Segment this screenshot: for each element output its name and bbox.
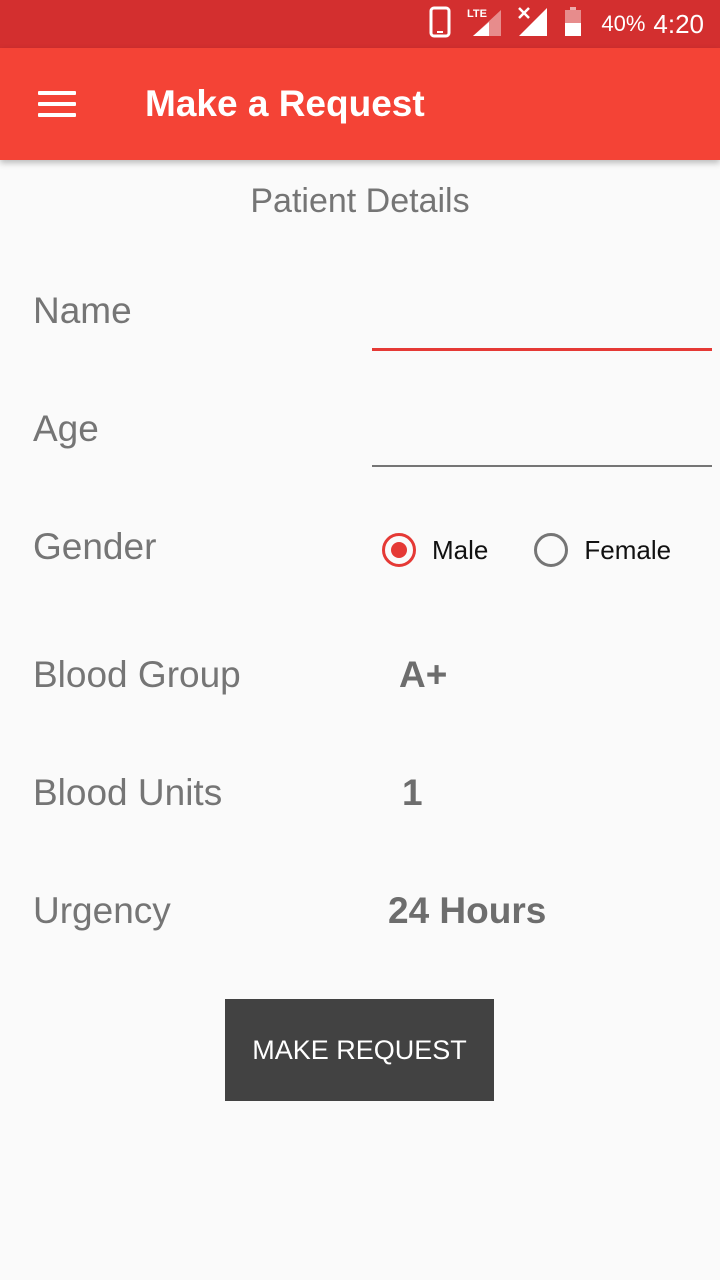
radio-unchecked-icon <box>534 533 569 567</box>
blood-units-value[interactable]: 1 <box>402 772 423 814</box>
app-bar: Make a Request <box>0 48 720 160</box>
make-request-button[interactable]: MAKE REQUEST <box>225 999 494 1101</box>
blood-group-label: Blood Group <box>33 654 241 695</box>
blood-units-label: Blood Units <box>33 772 223 813</box>
name-input[interactable] <box>372 302 716 348</box>
phone-icon <box>429 6 451 43</box>
gender-female-label: Female <box>584 534 672 565</box>
status-bar: LTE 40% 4:20 <box>0 0 720 48</box>
radio-checked-icon <box>382 533 416 567</box>
battery-percent: 40% <box>601 11 646 36</box>
gender-radio-group: Male Female <box>382 530 671 570</box>
name-input-underline <box>372 348 712 351</box>
hamburger-menu-icon[interactable] <box>20 76 92 132</box>
gender-female-radio[interactable]: Female <box>534 533 671 567</box>
age-input-underline <box>372 465 712 467</box>
name-label: Name <box>33 290 132 331</box>
urgency-label: Urgency <box>33 890 171 931</box>
no-signal-icon <box>517 6 549 43</box>
age-label: Age <box>33 408 99 449</box>
gender-male-radio[interactable]: Male <box>382 533 488 567</box>
gender-male-label: Male <box>432 534 489 565</box>
age-input[interactable] <box>372 418 716 464</box>
page-title: Make a Request <box>145 83 425 124</box>
section-title: Patient Details <box>250 182 470 220</box>
lte-signal-icon: LTE <box>465 6 503 43</box>
blood-group-value[interactable]: A+ <box>399 654 447 696</box>
svg-text:LTE: LTE <box>467 8 487 20</box>
status-icons: LTE 40% 4:20 <box>415 0 704 48</box>
gender-label: Gender <box>33 526 157 567</box>
clock-time: 4:20 <box>653 8 704 39</box>
urgency-value[interactable]: 24 Hours <box>388 890 546 932</box>
battery-icon <box>563 6 583 43</box>
